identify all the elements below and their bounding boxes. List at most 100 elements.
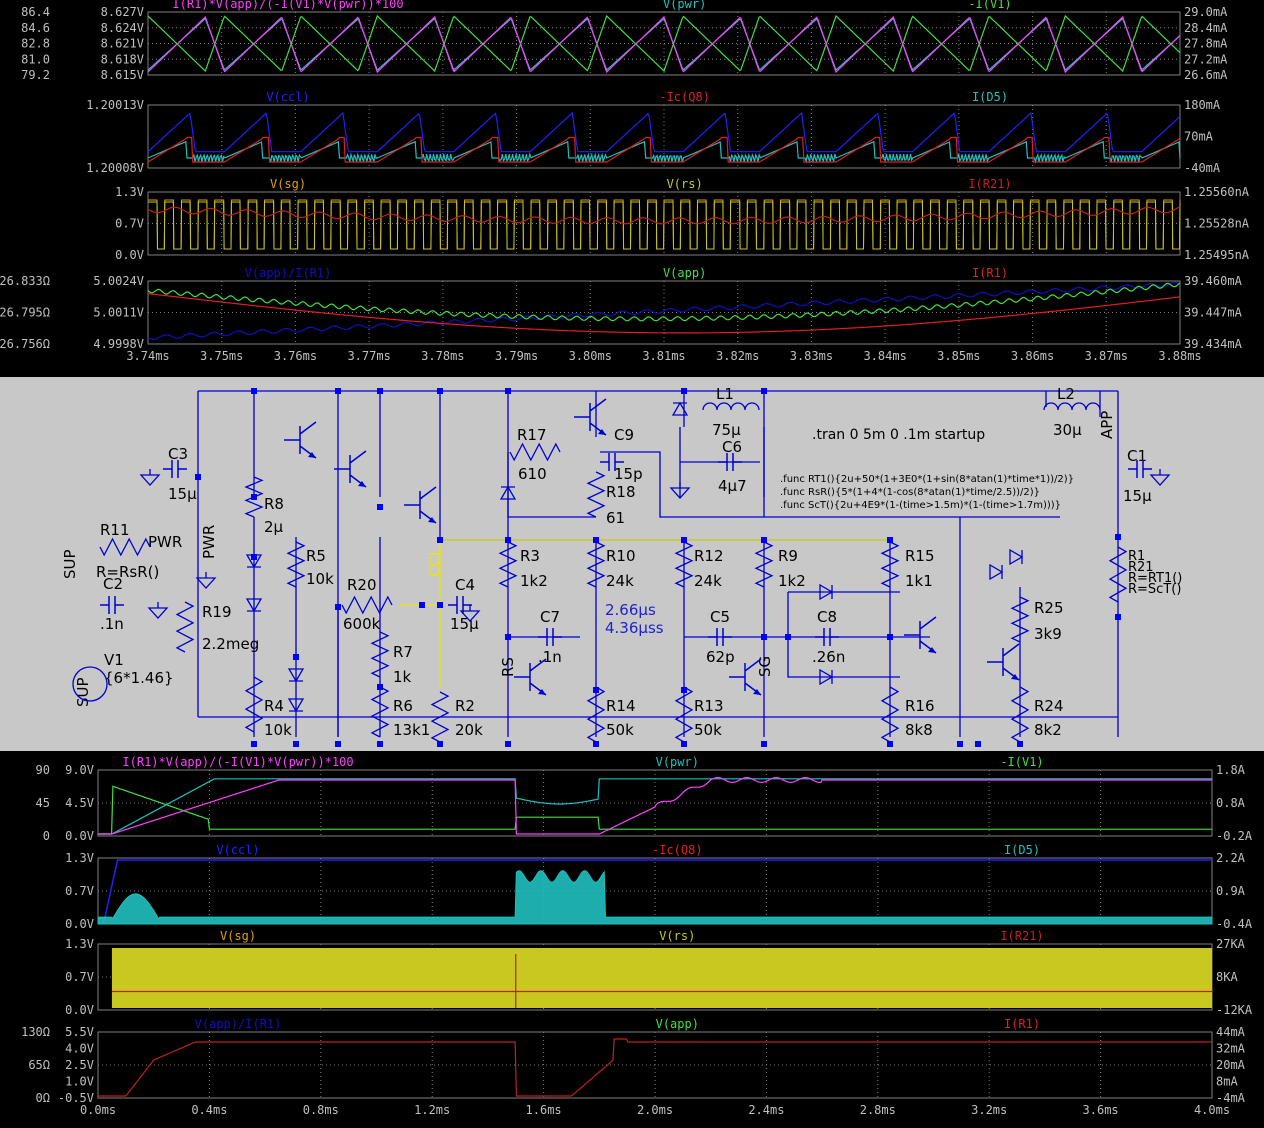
- trace-label[interactable]: -Ic(Q8): [652, 843, 703, 857]
- diode-symbol[interactable]: [989, 563, 1004, 581]
- y-tick-label: 1.20008V: [86, 161, 144, 175]
- part-name-r9: R9: [778, 547, 798, 565]
- part-value-r19: 2.2meg: [202, 635, 259, 653]
- junction-dot: [1115, 534, 1121, 540]
- part-name-c8: C8: [817, 608, 837, 626]
- trace-label[interactable]: I(D5): [972, 90, 1008, 104]
- trace-label[interactable]: I(D5): [1004, 843, 1040, 857]
- diode-symbol[interactable]: [671, 401, 689, 416]
- plot-pane-1[interactable]: I(R1)*V(app)/(-I(V1)*V(pwr))*100 V(pwr) -I…: [21, 0, 1228, 82]
- part-name-r14: R14: [606, 697, 636, 715]
- trace-label[interactable]: V(app)/I(R1): [245, 266, 332, 280]
- part-name-l2: L2: [1057, 385, 1075, 403]
- resistor-symbol[interactable]: [244, 476, 264, 518]
- resistor-symbol[interactable]: [341, 595, 393, 615]
- part-value-r20: 600k: [343, 615, 381, 633]
- trace-label[interactable]: -I(V1): [968, 0, 1011, 11]
- schematic-editor[interactable]: C315µR11R=RsR()C2.1nV1{6*1.46}R82µR510kR…: [0, 377, 1264, 751]
- junction-dot: [293, 654, 299, 660]
- trace-label[interactable]: I(R1)*V(app)/(-I(V1)*V(pwr))*100: [172, 0, 403, 11]
- transistor-symbol[interactable]: [574, 398, 607, 436]
- trace-label[interactable]: V(rs): [659, 929, 695, 943]
- y-right-tick-label: 27.2mA: [1184, 52, 1228, 66]
- part-value-c7: .1n: [538, 648, 562, 666]
- junction-dot: [975, 741, 981, 747]
- part-value-r15: 1k1: [905, 572, 933, 590]
- resistor-symbol[interactable]: [175, 601, 195, 653]
- part-value-r6: 13k1: [393, 721, 430, 739]
- trace-label[interactable]: V(app): [663, 266, 706, 280]
- plot-pane-4[interactable]: V(app)/I(R1) V(app) I(R1) 126.833Ω 126.795Ω 1…: [0, 266, 1243, 351]
- diode-symbol[interactable]: [1009, 548, 1024, 566]
- net-label-sg: SG: [756, 656, 774, 677]
- trace-label[interactable]: V(ccl): [266, 90, 309, 104]
- capacitor-symbol[interactable]: [100, 596, 124, 614]
- trace-label[interactable]: V(sg): [220, 929, 256, 943]
- y-tick-label: 130Ω: [21, 1025, 50, 1039]
- x-tick-label: 3.75ms: [200, 349, 243, 363]
- trace-label[interactable]: V(sg): [270, 177, 306, 191]
- trace-label[interactable]: I(R1): [972, 266, 1008, 280]
- x-tick-label: 3.77ms: [347, 349, 390, 363]
- y-right-tick-label: 1.25495nA: [1184, 248, 1250, 262]
- trace-label[interactable]: I(R21): [968, 177, 1011, 191]
- transistor-symbol[interactable]: [334, 450, 367, 488]
- trace-label[interactable]: -I(V1): [1000, 755, 1043, 769]
- x-tick-label: 3.88ms: [1158, 349, 1201, 363]
- x-tick-label: 2.8ms: [860, 1103, 896, 1117]
- transistor-symbol[interactable]: [404, 486, 437, 524]
- ground-symbol: [195, 572, 217, 589]
- y-right-tick-label: 70mA: [1184, 130, 1214, 144]
- plot-pane-1[interactable]: I(R1)*V(app)/(-I(V1)*V(pwr))*100 V(pwr) -I…: [36, 755, 1253, 843]
- junction-dot: [437, 537, 443, 543]
- trace-label[interactable]: V(rs): [667, 177, 703, 191]
- waveform-viewer-zoomed[interactable]: I(R1)*V(app)/(-I(V1)*V(pwr))*100 V(pwr) -I…: [0, 0, 1264, 377]
- inductor-symbol[interactable]: [702, 402, 760, 411]
- part-name-r7: R7: [393, 643, 413, 661]
- y-tick-label: 45: [36, 796, 50, 810]
- x-tick-label: 3.6ms: [1083, 1103, 1119, 1117]
- trace-label[interactable]: V(app): [656, 1017, 699, 1031]
- trace-label[interactable]: I(R1): [1004, 1017, 1040, 1031]
- resistor-symbol[interactable]: [509, 442, 561, 462]
- plot-pane-3[interactable]: V(sg) V(rs) I(R21) 1.3V 0.7V 0.0V 1.25560nA 1.2…: [115, 177, 1250, 262]
- junction-dot: [335, 388, 341, 394]
- plot-pane-4[interactable]: V(app)/I(R1) V(app) I(R1) 130Ω 65Ω 0Ω 5.5V 4.0V…: [21, 1017, 1246, 1105]
- plot-pane-2[interactable]: V(ccl) -Ic(Q8) I(D5) 1.20013V 1.20008V 180mA 7…: [86, 90, 1221, 175]
- trace-label[interactable]: I(R21): [1000, 929, 1043, 943]
- trace-label[interactable]: V(pwr): [663, 0, 706, 11]
- y-tick-label: 81.0: [21, 52, 50, 66]
- part-name-c2: C2: [103, 575, 123, 593]
- y2-tick-label: 8.621V: [101, 37, 144, 51]
- junction-dot: [505, 741, 511, 747]
- trace-label[interactable]: -Ic(Q8): [659, 90, 710, 104]
- part-name-c6: C6: [722, 438, 742, 456]
- part-name-r16: R16: [905, 697, 935, 715]
- inductor-symbol[interactable]: [1043, 402, 1101, 411]
- trace-label[interactable]: V(pwr): [656, 755, 699, 769]
- part-value-r2: 20k: [455, 721, 483, 739]
- x-tick-label: 2.0ms: [637, 1103, 673, 1117]
- junction-dot: [505, 388, 511, 394]
- junction-dot: [957, 741, 963, 747]
- net-label-ccl: CCL: [426, 547, 444, 577]
- waveform-viewer-full[interactable]: I(R1)*V(app)/(-I(V1)*V(pwr))*100 V(pwr) -I…: [0, 751, 1264, 1128]
- junction-dot: [195, 474, 201, 480]
- transistor-symbol[interactable]: [284, 421, 317, 459]
- net-label-sup: SUP: [61, 549, 79, 579]
- trace-label[interactable]: V(app)/I(R1): [195, 1017, 282, 1031]
- transistor-symbol[interactable]: [904, 616, 937, 654]
- part-value-r5: 10k: [306, 570, 334, 588]
- transistor-symbol[interactable]: [987, 643, 1020, 681]
- plot-pane-3[interactable]: V(sg) V(rs) I(R21) 1.3V 0.7V 0.0V 27KA 8KA -12KA: [65, 929, 1253, 1017]
- resistor-symbol[interactable]: [99, 537, 151, 557]
- y-right-tick-label: -12KA: [1216, 1003, 1253, 1017]
- trace-label[interactable]: I(R1)*V(app)/(-I(V1)*V(pwr))*100: [122, 755, 353, 769]
- plot-pane-2[interactable]: V(ccl) -Ic(Q8) I(D5) 1.3V 0.7V 0.0V 2.2A 0.9A -0…: [65, 843, 1253, 931]
- part-name-r20: R20: [347, 576, 377, 594]
- timing-annotation: 2.66µs: [605, 601, 656, 619]
- y2-tick-label: 5.5V: [65, 1025, 94, 1039]
- part-name-c7: C7: [540, 608, 560, 626]
- trace-label[interactable]: V(ccl): [216, 843, 259, 857]
- resistor-symbol[interactable]: [586, 471, 606, 518]
